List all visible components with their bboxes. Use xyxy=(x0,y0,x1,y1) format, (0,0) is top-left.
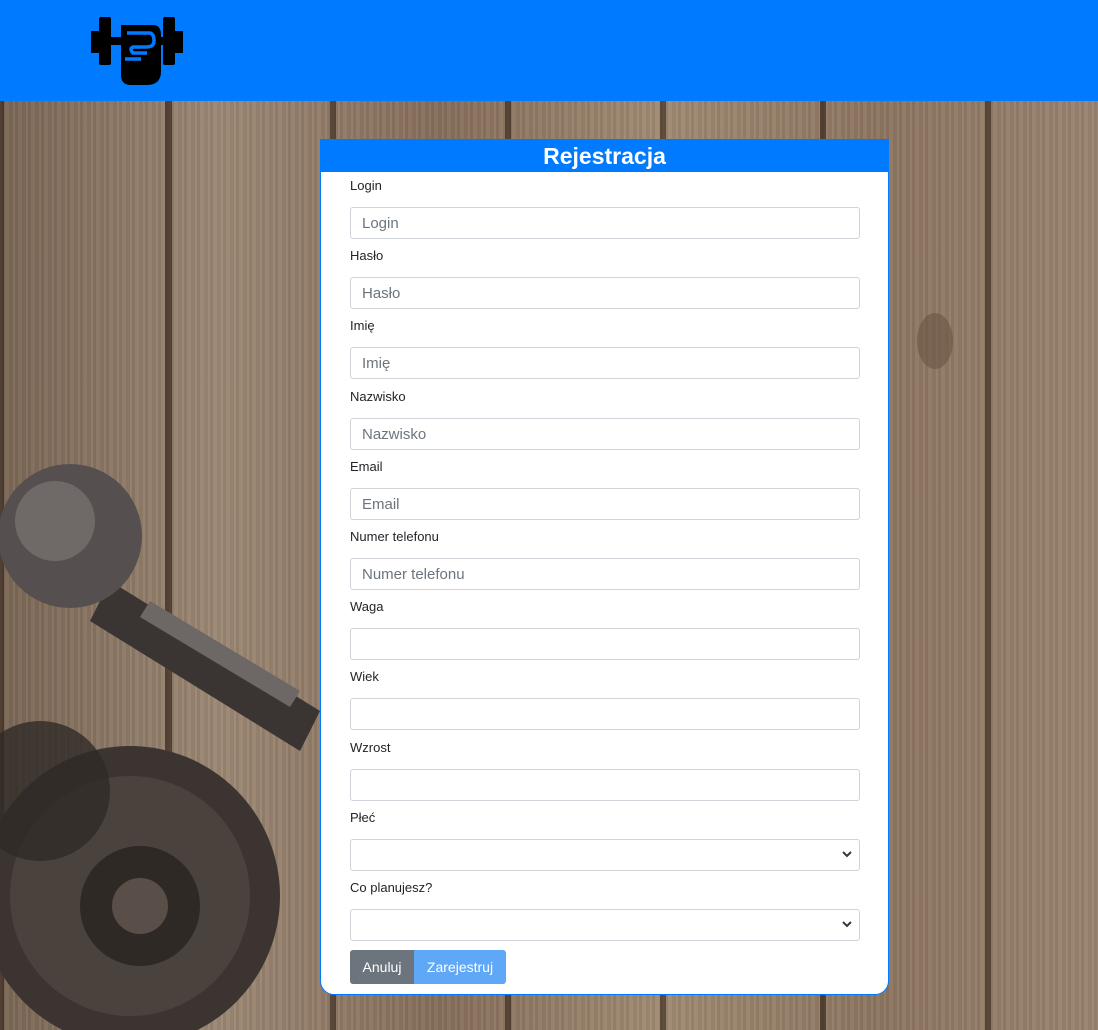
form-title: Rejestracja xyxy=(321,140,888,172)
gender-group: Płeć xyxy=(350,810,860,871)
first-name-input[interactable] xyxy=(350,347,860,379)
gender-select[interactable] xyxy=(350,839,860,871)
password-input[interactable] xyxy=(350,277,860,309)
plan-select[interactable] xyxy=(350,909,860,941)
plan-label: Co planujesz? xyxy=(350,880,433,895)
age-input[interactable] xyxy=(350,698,860,730)
first-name-group: Imię xyxy=(350,318,860,379)
weight-label: Waga xyxy=(350,599,384,614)
email-input[interactable] xyxy=(350,488,860,520)
height-group: Wzrost xyxy=(350,740,860,801)
height-input[interactable] xyxy=(350,769,860,801)
login-label: Login xyxy=(350,178,382,193)
cancel-button[interactable]: Anuluj xyxy=(350,950,414,984)
register-button[interactable]: Zarejestruj xyxy=(414,950,506,984)
last-name-input[interactable] xyxy=(350,418,860,450)
login-input[interactable] xyxy=(350,207,860,239)
phone-label: Numer telefonu xyxy=(350,529,439,544)
password-label: Hasło xyxy=(350,248,384,263)
login-group: Login xyxy=(350,178,860,239)
dumbbell-fist-icon[interactable] xyxy=(91,11,183,87)
last-name-group: Nazwisko xyxy=(350,389,860,450)
plan-group: Co planujesz? xyxy=(350,880,860,941)
phone-group: Numer telefonu xyxy=(350,529,860,590)
weight-input[interactable] xyxy=(350,628,860,660)
chevron-down-icon xyxy=(842,851,852,858)
email-group: Email xyxy=(350,459,860,520)
phone-input[interactable] xyxy=(350,558,860,590)
age-label: Wiek xyxy=(350,669,379,684)
first-name-label: Imię xyxy=(350,318,375,333)
gender-label: Płeć xyxy=(350,810,376,825)
last-name-label: Nazwisko xyxy=(350,389,406,404)
top-header xyxy=(0,0,1098,101)
registration-card: Rejestracja Login Hasło Imię Nazwisko Em… xyxy=(320,139,889,995)
chevron-down-icon xyxy=(842,921,852,928)
password-group: Hasło xyxy=(350,248,860,309)
height-label: Wzrost xyxy=(350,740,391,755)
form-buttons: Anuluj Zarejestruj xyxy=(350,950,506,984)
weight-group: Waga xyxy=(350,599,860,660)
email-label: Email xyxy=(350,459,383,474)
age-group: Wiek xyxy=(350,669,860,730)
